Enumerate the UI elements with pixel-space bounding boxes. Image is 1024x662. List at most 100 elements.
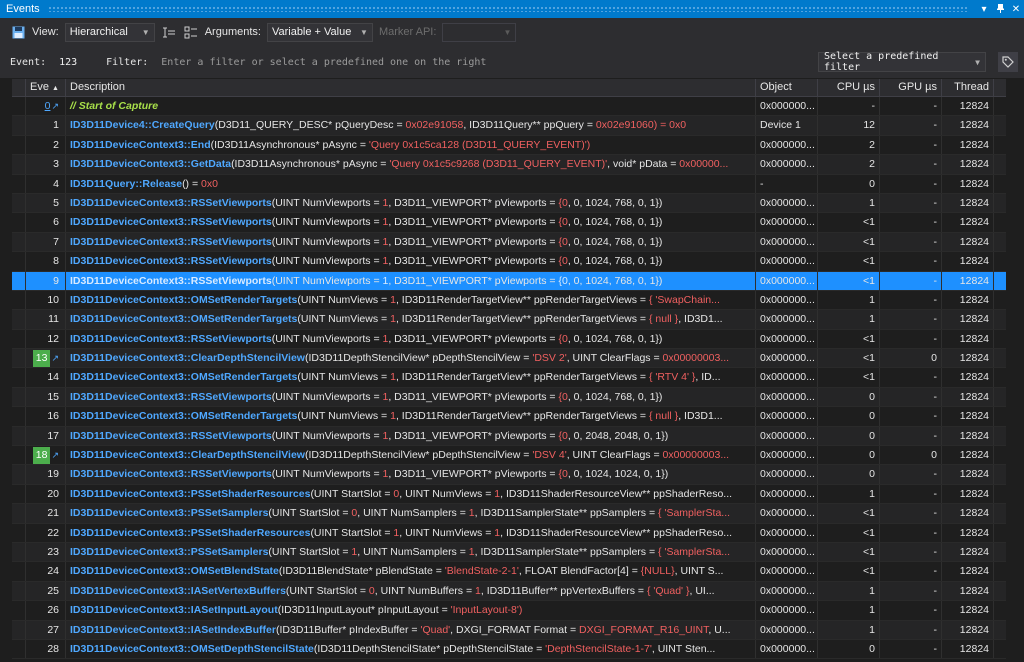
table-row[interactable]: 6 ID3D11DeviceContext3::RSSetViewports(UI… [12,213,1016,233]
row-expander[interactable] [12,271,26,290]
close-icon[interactable]: ✕ [1008,4,1024,15]
row-expander[interactable] [12,387,26,407]
jump-link-icon[interactable]: ↗ [51,450,59,460]
event-id-cell[interactable]: 4 [26,174,66,193]
row-expander[interactable] [12,368,26,387]
event-id-cell[interactable]: 17 [26,426,66,446]
event-id-cell[interactable]: 2 [26,135,66,155]
event-id-cell[interactable]: 1 [26,116,66,135]
table-row[interactable]: 2 ID3D11DeviceContext3::End(ID3D11Asynchr… [12,135,1016,156]
table-row[interactable]: 27 ID3D11DeviceContext3::IASetIndexBuffer… [12,620,1016,640]
row-expander[interactable] [12,407,26,426]
row-expander[interactable] [12,504,26,523]
row-expander[interactable] [12,310,26,329]
filter-input[interactable]: Enter a filter or select a predefined on… [156,52,810,72]
table-row[interactable]: 1 ID3D11Device4::CreateQuery(D3D11_QUERY_… [12,116,1016,136]
table-row[interactable]: 7 ID3D11DeviceContext3::RSSetViewports(UI… [12,232,1016,253]
arguments-dropdown[interactable]: Variable + Value ▼ [266,22,373,42]
table-row[interactable]: 21 ID3D11DeviceContext3::PSSetSamplers(UI… [12,504,1016,524]
row-expander[interactable] [12,116,26,135]
table-row[interactable]: 8 ID3D11DeviceContext3::RSSetViewports(UI… [12,252,1016,272]
event-number-input[interactable]: 123 [54,52,99,72]
table-row[interactable]: 23 ID3D11DeviceContext3::PSSetSamplers(UI… [12,542,1016,563]
event-id-cell[interactable]: 25 [26,581,66,601]
row-expander[interactable] [12,252,26,271]
table-row[interactable]: 9 ID3D11DeviceContext3::RSSetViewports(UI… [12,271,1016,291]
row-expander[interactable] [12,213,26,232]
table-row[interactable]: 15 ID3D11DeviceContext3::RSSetViewports(U… [12,387,1016,408]
table-row[interactable]: 10 ID3D11DeviceContext3::OMSetRenderTarge… [12,290,1016,311]
save-icon[interactable] [10,24,26,40]
row-expander[interactable] [12,232,26,252]
window-position-icon[interactable]: ▾ [976,4,992,15]
table-row[interactable]: 24 ID3D11DeviceContext3::OMSetBlendState(… [12,562,1016,582]
row-expander[interactable] [12,639,26,659]
row-expander[interactable] [12,97,26,116]
vertical-scrollbar[interactable] [1006,79,1016,662]
column-header-description[interactable]: Description [66,79,756,96]
table-row[interactable]: 12 ID3D11DeviceContext3::RSSetViewports(U… [12,329,1016,350]
event-id-cell[interactable]: 13 ↗ [26,349,66,368]
event-id-cell[interactable]: 0↗ [26,97,66,116]
event-id-cell[interactable]: 5 [26,193,66,213]
event-id-cell[interactable]: 12 [26,329,66,349]
table-row[interactable]: 3 ID3D11DeviceContext3::GetData(ID3D11Asy… [12,155,1016,175]
table-row[interactable]: 26 ID3D11DeviceContext3::IASetInputLayout… [12,601,1016,621]
event-id-cell[interactable]: 3 [26,155,66,174]
table-row[interactable]: 20 ID3D11DeviceContext3::PSSetShaderResou… [12,484,1016,505]
event-id-cell[interactable]: 14 [26,368,66,387]
event-id-cell[interactable]: 11 [26,310,66,329]
event-id-cell[interactable]: 24 [26,562,66,581]
table-row[interactable]: 11 ID3D11DeviceContext3::OMSetRenderTarge… [12,310,1016,330]
row-expander[interactable] [12,562,26,581]
column-header-thread[interactable]: Thread [942,79,994,96]
event-id-cell[interactable]: 18 ↗ [26,446,66,465]
table-row[interactable]: 13 ↗ ID3D11DeviceContext3::ClearDepthStenc… [12,349,1016,369]
row-expander[interactable] [12,581,26,601]
table-row[interactable]: 28 ID3D11DeviceContext3::OMSetDepthStenci… [12,639,1016,660]
row-expander[interactable] [12,620,26,639]
event-id-cell[interactable]: 28 [26,639,66,659]
table-row[interactable]: 25 ID3D11DeviceContext3::IASetVertexBuffe… [12,581,1016,602]
title-grip[interactable] [47,6,968,12]
table-row[interactable]: 19 ID3D11DeviceContext3::RSSetViewports(U… [12,465,1016,485]
table-row[interactable]: 0↗// Start of Capture 0x000000... - -12824 [12,97,1016,117]
row-expander[interactable] [12,465,26,484]
event-id-cell[interactable]: 10 [26,290,66,310]
collapse-all-icon[interactable] [161,24,177,40]
event-id-cell[interactable]: 21 [26,504,66,523]
event-id-cell[interactable]: 27 [26,620,66,639]
table-row[interactable]: 17 ID3D11DeviceContext3::RSSetViewports(U… [12,426,1016,447]
table-row[interactable]: 18 ↗ ID3D11DeviceContext3::ClearDepthStenc… [12,446,1016,466]
column-header-cpu[interactable]: CPU µs [818,79,880,96]
row-expander[interactable] [12,542,26,562]
jump-link-icon[interactable]: ↗ [51,101,59,111]
row-expander[interactable] [12,446,26,465]
event-id-cell[interactable]: 23 [26,542,66,562]
predefined-filter-dropdown[interactable]: Select a predefined filter ▼ [818,51,986,73]
marker-api-dropdown[interactable]: ▼ [442,22,517,42]
view-dropdown[interactable]: Hierarchical ▼ [64,22,155,42]
row-expander[interactable] [12,601,26,620]
event-id-cell[interactable]: 16 [26,407,66,426]
jump-link-icon[interactable]: ↗ [51,353,59,363]
column-header-event[interactable]: Eve ▲ [26,79,66,96]
event-id-cell[interactable]: 9 [26,271,66,290]
row-expander[interactable] [12,484,26,504]
column-header-object[interactable]: Object [756,79,818,96]
row-expander[interactable] [12,523,26,542]
auto-hide-pin-icon[interactable] [992,3,1008,16]
row-expander[interactable] [12,155,26,174]
table-row[interactable]: 4 ID3D11Query::Release() = 0x0-0-12824 [12,174,1016,194]
row-expander[interactable] [12,290,26,310]
event-id-cell[interactable]: 6 [26,213,66,232]
row-expander[interactable] [12,135,26,155]
table-row[interactable]: 5 ID3D11DeviceContext3::RSSetViewports(UI… [12,193,1016,214]
event-id-cell[interactable]: 8 [26,252,66,271]
table-row[interactable]: 22 ID3D11DeviceContext3::PSSetShaderResou… [12,523,1016,543]
event-id-cell[interactable]: 15 [26,387,66,407]
table-row[interactable]: 14 ID3D11DeviceContext3::OMSetRenderTarge… [12,368,1016,388]
event-id-cell[interactable]: 7 [26,232,66,252]
event-id-cell[interactable]: 20 [26,484,66,504]
event-id-cell[interactable]: 26 [26,601,66,620]
